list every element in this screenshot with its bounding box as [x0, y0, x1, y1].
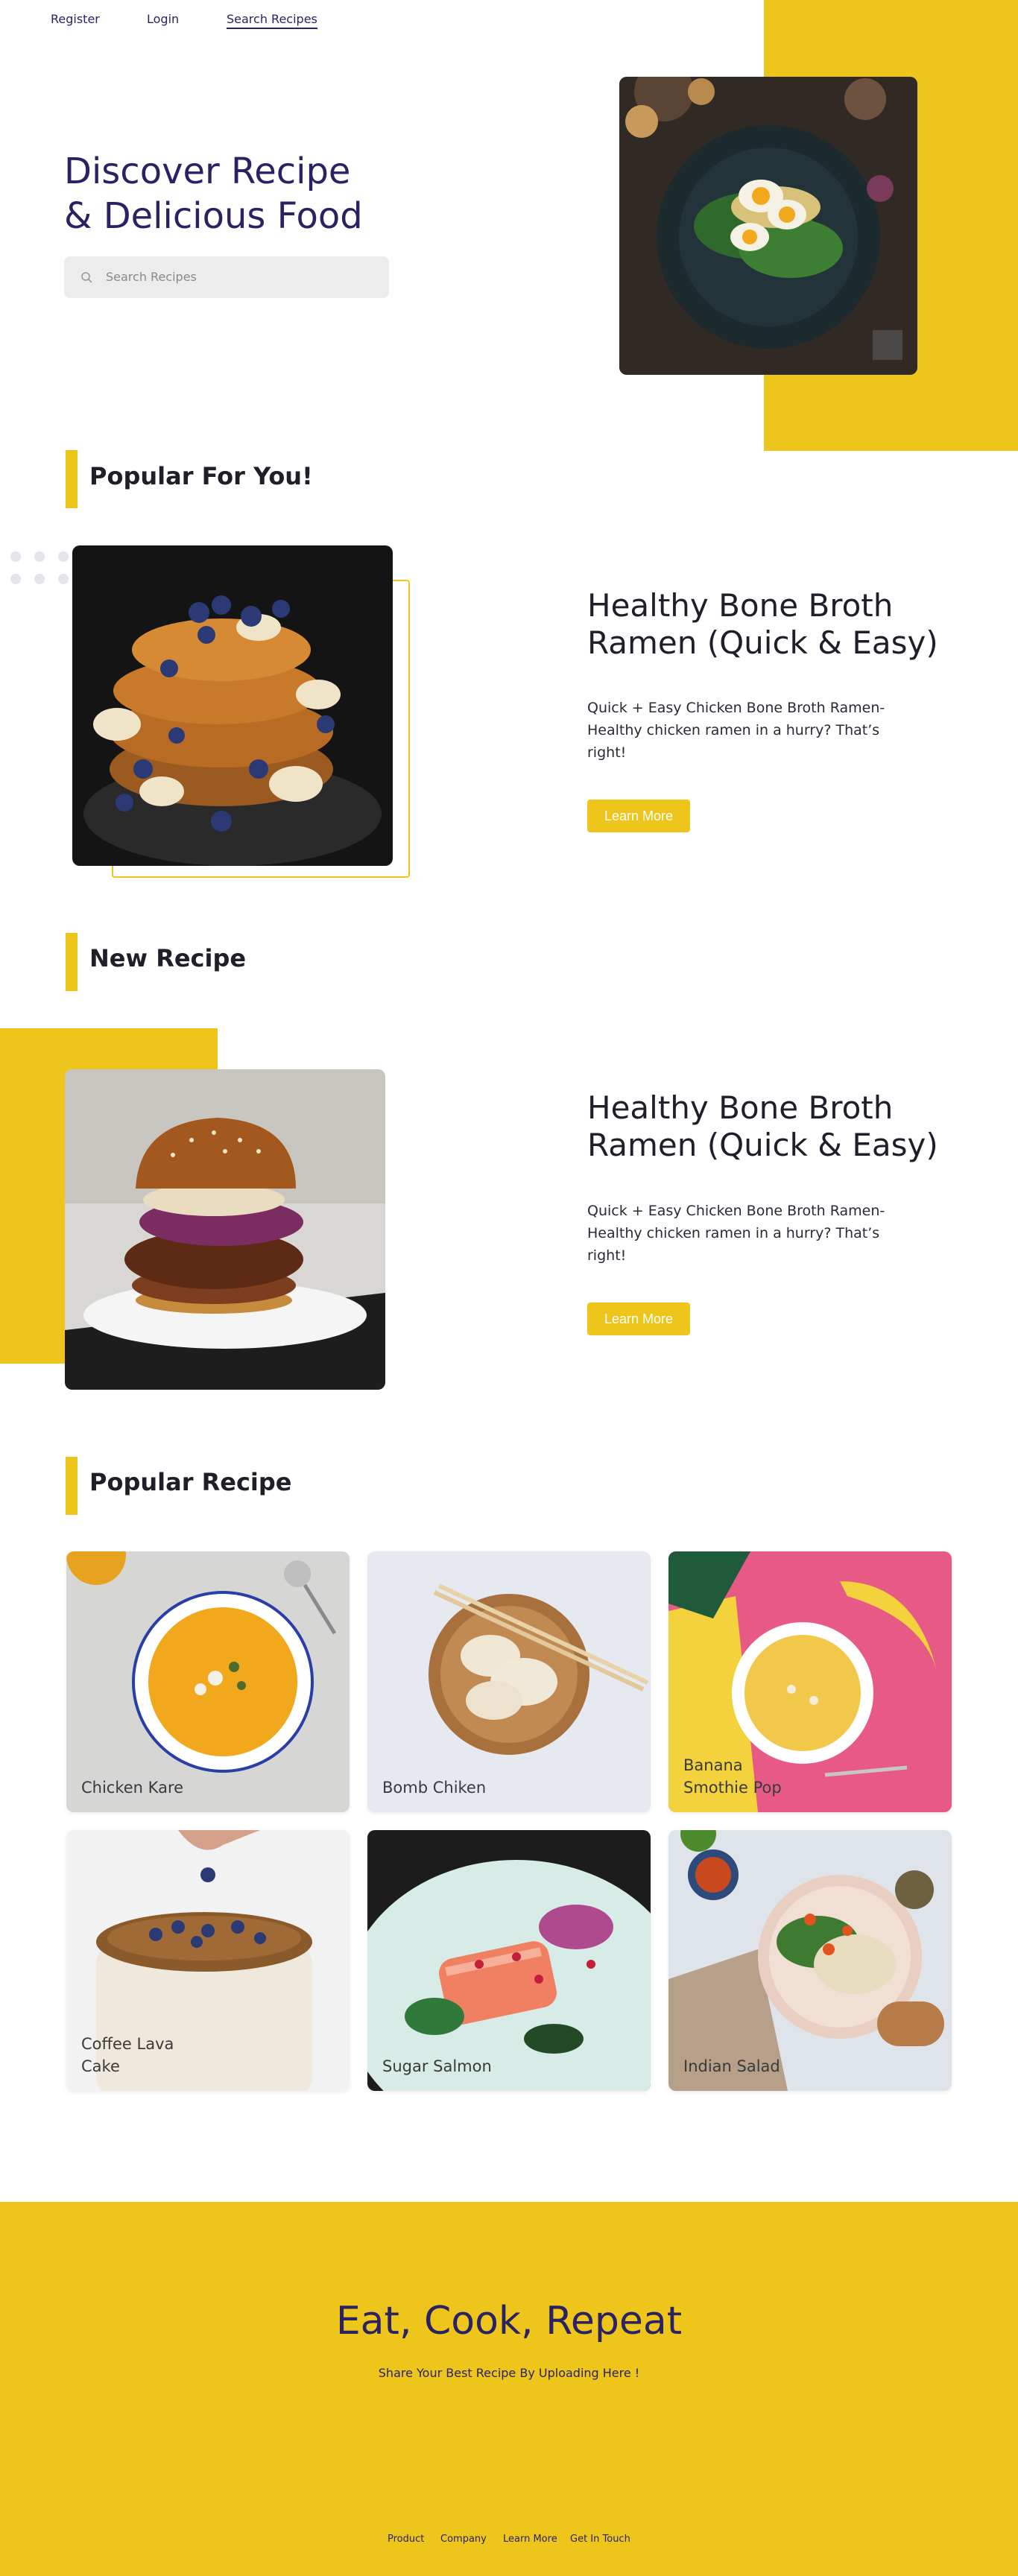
recipe-card-banana-smothie-pop[interactable]: Banana Smothie Pop: [668, 1551, 952, 1812]
cta-title: Eat, Cook, Repeat: [335, 2299, 683, 2344]
recipe-card-label: Sugar Salmon: [382, 2055, 546, 2077]
nav-login-link[interactable]: Login: [147, 12, 179, 26]
recipe-card-chicken-kare[interactable]: Chicken Kare: [66, 1551, 350, 1812]
nav-register-link[interactable]: Register: [51, 12, 100, 26]
recipe-card-sugar-salmon[interactable]: Sugar Salmon: [367, 1830, 651, 2091]
recipe-name-line1: Bomb Chiken: [382, 1779, 487, 1797]
recipe-name-line2: Smothie Pop: [683, 1779, 782, 1797]
featured-recipe-desc-2: Quick + Easy Chicken Bone Broth Ramen- H…: [587, 1203, 885, 1264]
popular-recipe-accent-bar: [66, 1457, 78, 1515]
hero-title: Discover Recipe & Delicious Food: [64, 149, 422, 238]
decor-dot: [34, 574, 45, 584]
hero-title-line1: Discover Recipe: [64, 151, 351, 192]
recipe-card-label: Chicken Kare: [81, 1776, 245, 1799]
recipe-name-line1: Chicken Kare: [81, 1779, 184, 1797]
french-toast-image: [72, 545, 393, 866]
cta-subtitle: Share Your Best Recipe By Uploading Here…: [378, 2366, 640, 2380]
hero-title-line2: & Delicious Food: [64, 195, 363, 237]
recipe-card-label: Indian Salad: [683, 2055, 847, 2077]
burger-image: [65, 1069, 385, 1390]
learn-more-button-2[interactable]: Learn More: [587, 1303, 690, 1335]
recipe-card-label: Banana Smothie Pop: [683, 1754, 847, 1799]
featured-title-line2: Ramen (Quick & Easy): [587, 624, 938, 661]
recipe-name-line1: Indian Salad: [683, 2057, 780, 2075]
recipe-card-bomb-chiken[interactable]: Bomb Chiken: [367, 1551, 651, 1812]
popular-for-you-accent-bar: [66, 450, 78, 508]
decor-dot: [34, 551, 45, 562]
featured-recipe-title-2: Healthy Bone Broth Ramen (Quick & Easy): [587, 1089, 975, 1164]
decor-dot: [10, 551, 21, 562]
learn-more-button-1[interactable]: Learn More: [587, 800, 690, 832]
decor-dot: [58, 574, 69, 584]
search-placeholder: Search Recipes: [106, 270, 197, 284]
decor-dot: [58, 551, 69, 562]
footer-link-get-in-touch[interactable]: Get In Touch: [570, 2534, 630, 2545]
recipe-name-line1: Banana: [683, 1756, 743, 1774]
featured-recipe-title-1: Healthy Bone Broth Ramen (Quick & Easy): [587, 587, 975, 662]
search-input[interactable]: Search Recipes: [64, 256, 389, 298]
recipe-name-line1: Coffee Lava: [81, 2035, 174, 2053]
recipe-card-label: Bomb Chiken: [382, 1776, 546, 1799]
recipe-name-line2: Cake: [81, 2057, 120, 2075]
recipe-card-label: Coffee Lava Cake: [81, 2033, 245, 2077]
recipe-card-coffee-lava-cake[interactable]: Coffee Lava Cake: [66, 1830, 350, 2091]
popular-recipe-heading: Popular Recipe: [89, 1468, 292, 1496]
footer-link-product[interactable]: Product: [388, 2534, 424, 2545]
featured-recipe-desc-1: Quick + Easy Chicken Bone Broth Ramen- H…: [587, 700, 885, 761]
hero-egg-dish-image: [619, 77, 917, 375]
popular-for-you-heading: Popular For You!: [89, 462, 313, 490]
footer-link-company[interactable]: Company: [440, 2534, 487, 2545]
recipe-card-indian-salad[interactable]: Indian Salad: [668, 1830, 952, 2091]
search-icon: [81, 272, 92, 283]
nav-search-recipes-link[interactable]: Search Recipes: [227, 12, 317, 29]
featured-title-line2: Ramen (Quick & Easy): [587, 1127, 938, 1163]
featured-title-line1: Healthy Bone Broth: [587, 587, 894, 624]
new-recipe-accent-bar: [66, 933, 78, 991]
recipe-name-line1: Sugar Salmon: [382, 2057, 492, 2075]
footer-link-learn-more[interactable]: Learn More: [503, 2534, 557, 2545]
cta-section: Eat, Cook, Repeat Share Your Best Recipe…: [0, 2202, 1018, 2576]
new-recipe-heading: New Recipe: [89, 944, 247, 972]
decor-dot: [10, 574, 21, 584]
featured-title-line1: Healthy Bone Broth: [587, 1089, 894, 1126]
